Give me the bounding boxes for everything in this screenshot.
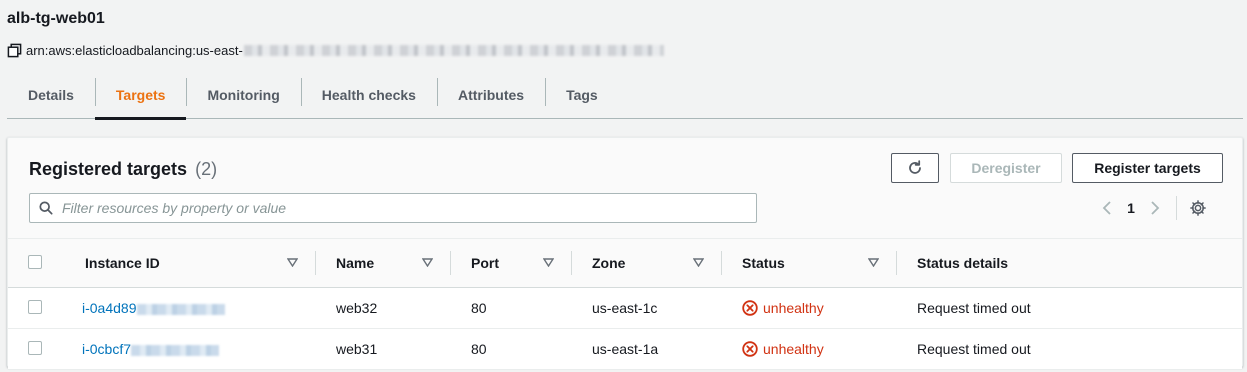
tab-monitoring[interactable]: Monitoring [186, 72, 300, 118]
panel-title: Registered targets (2) [29, 159, 217, 180]
register-targets-button[interactable]: Register targets [1072, 153, 1223, 183]
target-name: web31 [336, 341, 378, 357]
status-details: Request timed out [917, 300, 1031, 316]
redacted-instance-id [131, 344, 220, 356]
error-circle-icon [742, 341, 758, 357]
error-circle-icon [742, 300, 758, 316]
sort-icon [868, 258, 879, 267]
redacted-arn [243, 45, 664, 56]
sort-icon [693, 258, 704, 267]
column-label: Status details [917, 255, 1009, 271]
filter-input[interactable] [62, 200, 742, 216]
row-checkbox[interactable] [28, 299, 42, 314]
sort-icon [422, 258, 433, 267]
copy-icon[interactable] [7, 43, 22, 58]
column-label: Instance ID [85, 255, 160, 271]
tab-attributes[interactable]: Attributes [436, 72, 545, 118]
next-page-button[interactable] [1144, 197, 1166, 219]
sort-icon [287, 258, 298, 267]
tab-bar: Details Targets Monitoring Health checks… [7, 72, 1243, 120]
filter-search-box [29, 193, 757, 223]
select-all-checkbox[interactable] [28, 254, 42, 269]
instance-id-link[interactable]: i-0cbcf7 [82, 341, 131, 357]
column-header-name[interactable]: Name [316, 239, 451, 288]
targets-table: Instance ID Name Port Zone Status Status… [8, 238, 1242, 370]
column-label: Name [336, 255, 375, 271]
target-zone: us-east-1a [592, 341, 659, 357]
status-details: Request timed out [917, 341, 1031, 357]
chevron-right-icon [1151, 201, 1160, 215]
registered-targets-panel: Registered targets (2) Deregister Regist… [7, 137, 1243, 370]
target-zone: us-east-1c [592, 300, 658, 316]
column-label: Status [742, 255, 785, 271]
status-indicator: unhealthy [742, 329, 897, 369]
deregister-button[interactable]: Deregister [950, 153, 1062, 183]
column-label: Zone [592, 255, 626, 271]
column-header-status[interactable]: Status [722, 239, 897, 288]
column-header-port[interactable]: Port [451, 239, 572, 288]
tab-targets[interactable]: Targets [94, 72, 187, 120]
column-header-zone[interactable]: Zone [572, 239, 722, 288]
refresh-icon [909, 160, 921, 174]
chevron-left-icon [1102, 201, 1111, 215]
status-indicator: unhealthy [742, 288, 897, 328]
tab-health-checks[interactable]: Health checks [300, 72, 437, 118]
column-header-instance-id[interactable]: Instance ID [65, 239, 316, 288]
column-label: Port [471, 255, 499, 271]
target-count: (2) [195, 159, 218, 179]
status-text: unhealthy [763, 300, 824, 316]
status-text: unhealthy [763, 341, 824, 357]
table-header-row: Instance ID Name Port Zone Status Status… [8, 238, 1242, 288]
gear-icon [1190, 200, 1206, 216]
column-header-status-details: Status details [897, 239, 1242, 288]
table-row[interactable]: i-0a4d89 web32 80 us-east-1c unhealthy R… [8, 287, 1242, 329]
tab-details[interactable]: Details [7, 72, 95, 118]
table-row[interactable]: i-0cbcf7 web31 80 us-east-1a unhealthy R… [8, 328, 1242, 370]
select-all-header [8, 239, 65, 288]
pager-divider [1176, 196, 1177, 220]
current-page[interactable]: 1 [1118, 200, 1144, 216]
pagination: 1 [1096, 196, 1209, 220]
panel-title-text: Registered targets [29, 159, 188, 179]
target-name: web32 [336, 300, 378, 316]
sort-icon [543, 258, 554, 267]
target-port: 80 [471, 341, 487, 357]
search-icon [39, 201, 53, 215]
row-checkbox[interactable] [28, 340, 42, 355]
tab-tags[interactable]: Tags [545, 72, 619, 118]
target-port: 80 [471, 300, 487, 316]
refresh-button[interactable] [891, 153, 939, 183]
arn-text: arn:aws:elasticloadbalancing:us-east- [26, 43, 243, 58]
arn-row: arn:aws:elasticloadbalancing:us-east- [7, 43, 664, 58]
page-title: alb-tg-web01 [7, 10, 105, 27]
previous-page-button[interactable] [1096, 197, 1118, 219]
preferences-button[interactable] [1187, 197, 1209, 219]
instance-id-link[interactable]: i-0a4d89 [82, 300, 137, 316]
redacted-instance-id [136, 303, 225, 315]
